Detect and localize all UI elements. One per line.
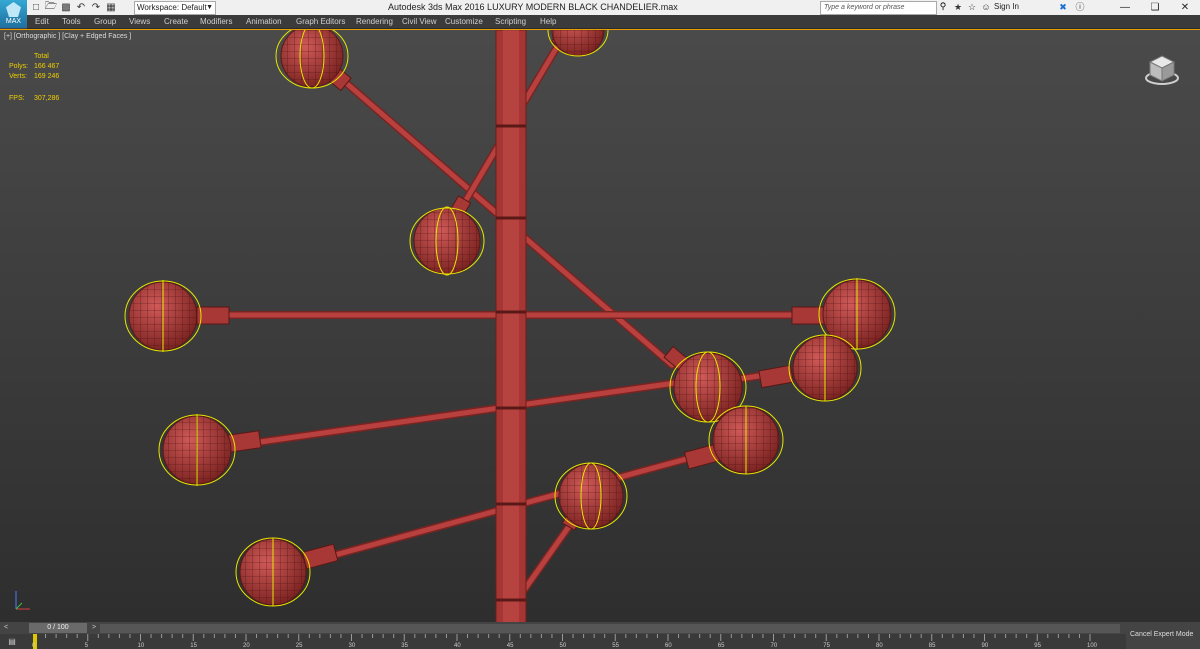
timeline-tick-label: 70 — [770, 643, 778, 649]
logo-label: MAX — [5, 18, 22, 25]
timeline-panel: < 0 / 100 > Cancel Expert Mode ▤ 0 5 10 15 2… — [0, 622, 1200, 649]
viewport-label[interactable]: [+] [Orthographic ] [Clay + Edged Faces … — [4, 33, 131, 40]
menu-scripting[interactable]: Scripting — [495, 17, 526, 26]
title-bar: □ 🗁 ▩ ↶ ↷ ▦ Workspace: Default ▼ Autodes… — [0, 0, 1200, 16]
timeline-tick-label: 40 — [454, 643, 461, 649]
timeline-tick-label: 0 — [32, 643, 36, 649]
redo-icon[interactable]: ↷ — [90, 2, 102, 14]
menu-civil-view[interactable]: Civil View — [402, 17, 437, 26]
chandelier-pole — [495, 30, 527, 623]
close-button[interactable]: ✕ — [1170, 0, 1200, 15]
prev-frame-button[interactable]: < — [0, 623, 12, 633]
bulb — [409, 206, 485, 276]
help-icon[interactable]: ⓘ — [1074, 1, 1086, 13]
stats-polys-row: Polys: 166 467 — [9, 62, 59, 72]
menu-help[interactable]: Help — [540, 17, 556, 26]
workspace-dropdown[interactable]: Workspace: Default ▼ — [134, 1, 216, 15]
stats-verts-row: Verts: 169 246 — [9, 72, 59, 82]
menu-create[interactable]: Create — [164, 17, 188, 26]
save-icon[interactable]: ▩ — [60, 2, 72, 14]
menu-modifiers[interactable]: Modifiers — [200, 17, 232, 26]
menu-rendering[interactable]: Rendering — [356, 17, 393, 26]
cancel-expert-mode-button[interactable]: Cancel Expert Mode — [1130, 631, 1193, 638]
menu-views[interactable]: Views — [129, 17, 150, 26]
polys-label: Polys: — [9, 63, 29, 70]
verts-value: 169 246 — [34, 73, 60, 80]
search-input[interactable]: Type a keyword or phrase — [820, 1, 937, 15]
app-menu-button[interactable]: MAX — [0, 0, 27, 28]
menu-graph-editors[interactable]: Graph Editors — [296, 17, 345, 26]
timeline-tick-label: 30 — [348, 643, 356, 649]
bulb — [124, 280, 202, 352]
timeline-tick-label: 90 — [981, 643, 989, 649]
scene-statistics: Total Polys: 166 467 Verts: 169 246 FPS: 30… — [9, 52, 59, 104]
timeline-tick-label: 55 — [612, 643, 619, 649]
timeline-tick-label: 15 — [190, 643, 197, 649]
timeline-tick-label: 25 — [295, 643, 303, 649]
bulb — [788, 334, 862, 402]
fps-value: 307,286 — [34, 95, 60, 102]
user-icon[interactable]: ☺ — [980, 1, 992, 13]
exchange-icon[interactable]: ✖ — [1057, 1, 1069, 13]
verts-label: Verts: — [9, 73, 27, 80]
timeline-tick-label: 10 — [137, 643, 145, 649]
minimize-button[interactable]: — — [1110, 0, 1140, 15]
timeline-tick-label: 85 — [928, 643, 936, 649]
fps-label: FPS: — [9, 95, 25, 102]
quick-access-toolbar: □ 🗁 ▩ ↶ ↷ ▦ — [30, 1, 117, 14]
stats-fps-row: FPS: 307,286 — [9, 94, 59, 104]
undo-icon[interactable]: ↶ — [75, 2, 87, 14]
bulb — [158, 414, 236, 486]
bulb — [708, 405, 784, 475]
chandelier-scene — [124, 30, 896, 623]
orthographic-viewport[interactable]: [+] [Orthographic ] [Clay + Edged Faces … — [0, 29, 1200, 623]
project-icon[interactable]: ▦ — [105, 2, 117, 14]
favorites-icon[interactable]: ☆ — [966, 1, 978, 13]
workspace-label: Workspace: Default — [137, 3, 207, 12]
timeline-tick-label: 65 — [717, 643, 725, 649]
search-icon[interactable]: ⚲ — [937, 1, 949, 13]
timeline-tick-label: 20 — [243, 643, 250, 649]
subscription-icon[interactable]: ★ — [952, 1, 964, 13]
polys-value: 166 467 — [34, 63, 60, 70]
viewcube-icon[interactable] — [1144, 52, 1180, 88]
time-slider[interactable]: 0 / 100 — [29, 623, 87, 633]
axis-tripod-icon — [15, 591, 30, 610]
timeline-tick-label: 5 — [84, 643, 89, 649]
timeline-tick-label: 35 — [401, 643, 408, 649]
track-bar[interactable]: ▤ 0 5 10 15 20 25 30 35 40 45 50 55 60 65 70 75 80 85 90 95… — [0, 634, 1126, 649]
bulb — [275, 30, 349, 89]
stats-header: Total — [34, 53, 49, 60]
timeline-tick-label: 80 — [876, 643, 883, 649]
menu-customize[interactable]: Customize — [445, 17, 483, 26]
chevron-down-icon: ▼ — [206, 4, 213, 11]
timeline-tick-label: 60 — [665, 643, 672, 649]
sign-in-button[interactable]: Sign In — [994, 2, 1019, 11]
timeline-tick-label: 100 — [1087, 643, 1098, 649]
bulb — [554, 462, 628, 530]
timeline-tick-label: 95 — [1034, 643, 1041, 649]
open-icon[interactable]: 🗁 — [45, 1, 57, 14]
menu-tools[interactable]: Tools — [62, 17, 81, 26]
timeline-tick-label: 45 — [506, 643, 514, 649]
menu-edit[interactable]: Edit — [35, 17, 49, 26]
restore-button[interactable]: ❏ — [1140, 0, 1170, 15]
menu-bar: Edit Tools Group Views Create Modifiers … — [27, 15, 1200, 29]
time-slider-track[interactable] — [100, 624, 1120, 633]
timeline-tick-label: 50 — [559, 643, 567, 649]
next-frame-button[interactable]: > — [88, 623, 100, 633]
menu-group[interactable]: Group — [94, 17, 116, 26]
timeline-tick-label: 75 — [823, 643, 830, 649]
menu-animation[interactable]: Animation — [246, 17, 282, 26]
max-logo-icon — [6, 2, 21, 17]
bulb — [235, 537, 311, 607]
new-icon[interactable]: □ — [30, 2, 42, 14]
window-title: Autodesk 3ds Max 2016 LUXURY MODERN BLAC… — [388, 2, 678, 12]
